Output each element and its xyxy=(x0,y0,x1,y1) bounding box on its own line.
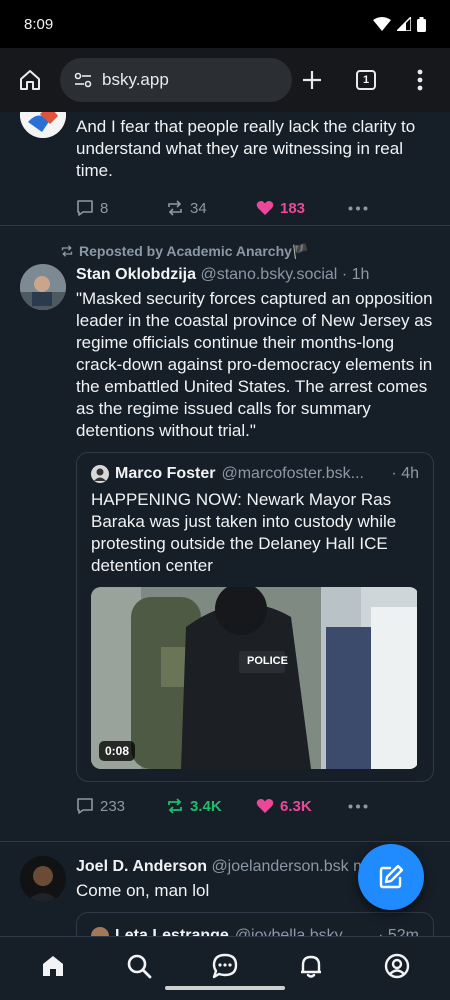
post-text: And I fear that people really lack the c… xyxy=(76,117,416,180)
reply-icon xyxy=(77,200,93,216)
nav-search[interactable] xyxy=(117,944,161,988)
heart-filled-icon xyxy=(256,201,274,215)
site-settings-icon xyxy=(74,72,92,88)
like-button[interactable]: 183 xyxy=(256,200,348,217)
compose-button[interactable] xyxy=(358,844,424,910)
signal-icon xyxy=(397,17,411,31)
repost-count: 3.4K xyxy=(190,797,222,815)
bottom-navigation xyxy=(0,936,450,1000)
author-handle[interactable]: @stano.bsky.social xyxy=(200,266,337,283)
quote-author: Leta Lestrange xyxy=(115,927,229,936)
feed: And I fear that people really lack the c… xyxy=(0,112,450,936)
repost-icon xyxy=(168,798,182,814)
feed-post[interactable]: And I fear that people really lack the c… xyxy=(0,112,450,226)
url-text: bsky.app xyxy=(102,70,169,89)
nav-profile[interactable] xyxy=(375,944,419,988)
bell-icon xyxy=(301,955,321,978)
more-options-button[interactable] xyxy=(348,206,368,211)
gesture-handle[interactable] xyxy=(165,986,285,990)
status-time: 8:09 xyxy=(24,15,54,33)
status-bar: 8:09 xyxy=(0,0,450,48)
new-tab-button[interactable] xyxy=(292,60,332,100)
like-count: 183 xyxy=(280,199,306,217)
home-outline-icon xyxy=(20,70,40,90)
address-bar[interactable]: bsky.app xyxy=(60,58,292,102)
post-header: Stan Oklobdzija @stano.bsky.social · 1h xyxy=(76,264,434,286)
quote-handle: @joybella.bsky... xyxy=(234,927,355,936)
quote-avatar xyxy=(91,927,109,936)
plus-icon xyxy=(303,71,321,89)
nav-chat[interactable] xyxy=(203,944,247,988)
heart-filled-icon xyxy=(256,799,274,813)
status-icons xyxy=(373,16,426,32)
quote-post[interactable]: Leta Lestrange @joybella.bsky... · 52m xyxy=(76,912,434,936)
profile-icon xyxy=(384,953,410,978)
quote-time: · 52m xyxy=(378,927,419,936)
quote-header: Marco Foster @marcofoster.bsk... · 4h xyxy=(91,463,419,485)
repost-button[interactable]: 3.4K xyxy=(166,798,256,815)
reply-button[interactable]: 233 xyxy=(76,797,166,815)
repost-count: 34 xyxy=(190,199,207,217)
like-button[interactable]: 6.3K xyxy=(256,798,348,815)
author-name[interactable]: Stan Oklobdzija xyxy=(76,266,196,283)
quote-post[interactable]: Marco Foster @marcofoster.bsk... · 4h HA… xyxy=(76,452,434,782)
repost-label: Reposted by Academic Anarchy🏴 xyxy=(60,240,434,262)
quote-handle: @marcofoster.bsk... xyxy=(221,465,364,482)
tab-switcher-button[interactable]: 1 xyxy=(346,60,386,100)
wifi-icon xyxy=(373,17,391,31)
browser-home-button[interactable] xyxy=(10,60,50,100)
post-actions: 8 34 183 xyxy=(76,188,434,228)
video-vest-text: POLICE xyxy=(247,655,288,667)
reply-count: 233 xyxy=(100,797,126,815)
like-count: 6.3K xyxy=(280,797,312,815)
repost-small-icon xyxy=(61,245,73,257)
repost-label-text: Reposted by Academic Anarchy🏴 xyxy=(79,243,310,259)
avatar[interactable] xyxy=(20,112,66,138)
quote-header: Leta Lestrange @joybella.bsky... · 52m xyxy=(91,925,419,936)
video-thumbnail xyxy=(91,587,417,769)
home-icon xyxy=(43,955,63,976)
quote-avatar xyxy=(91,465,109,483)
repost-icon xyxy=(168,200,182,216)
repost-button[interactable]: 34 xyxy=(166,200,256,217)
browser-toolbar: bsky.app 1 xyxy=(0,48,450,112)
reply-icon xyxy=(77,798,93,814)
video-player[interactable]: POLICE 0:08 xyxy=(91,587,419,769)
quote-time: · 4h xyxy=(391,465,419,482)
feed-post[interactable]: Reposted by Academic Anarchy🏴 Stan Oklob… xyxy=(0,226,450,842)
more-horizontal-icon xyxy=(348,804,368,808)
browser-menu-button[interactable] xyxy=(400,60,440,100)
author-name[interactable]: Joel D. Anderson xyxy=(76,858,207,875)
post-actions: 233 3.4K 6.3K xyxy=(76,786,434,826)
author-handle[interactable]: @joelanderson.bsk xyxy=(211,858,348,875)
post-time: · 1h xyxy=(341,266,370,283)
tab-count: 1 xyxy=(356,70,376,90)
avatar[interactable] xyxy=(20,856,66,902)
reply-button[interactable]: 8 xyxy=(76,199,166,217)
more-horizontal-icon xyxy=(348,206,368,210)
video-duration: 0:08 xyxy=(99,741,136,761)
search-icon xyxy=(127,954,152,978)
nav-notifications[interactable] xyxy=(289,944,333,988)
more-options-button[interactable] xyxy=(348,804,368,809)
compose-icon xyxy=(379,864,404,889)
battery-icon xyxy=(417,16,426,32)
reply-count: 8 xyxy=(100,199,109,217)
post-text: "Masked security forces captured an oppo… xyxy=(76,289,433,440)
quote-author: Marco Foster xyxy=(115,465,216,482)
quote-text: HAPPENING NOW: Newark Mayor Ras Baraka w… xyxy=(91,490,397,575)
more-vertical-icon xyxy=(417,69,423,91)
avatar[interactable] xyxy=(20,264,66,310)
nav-home[interactable] xyxy=(31,944,75,988)
chat-icon xyxy=(212,953,238,978)
